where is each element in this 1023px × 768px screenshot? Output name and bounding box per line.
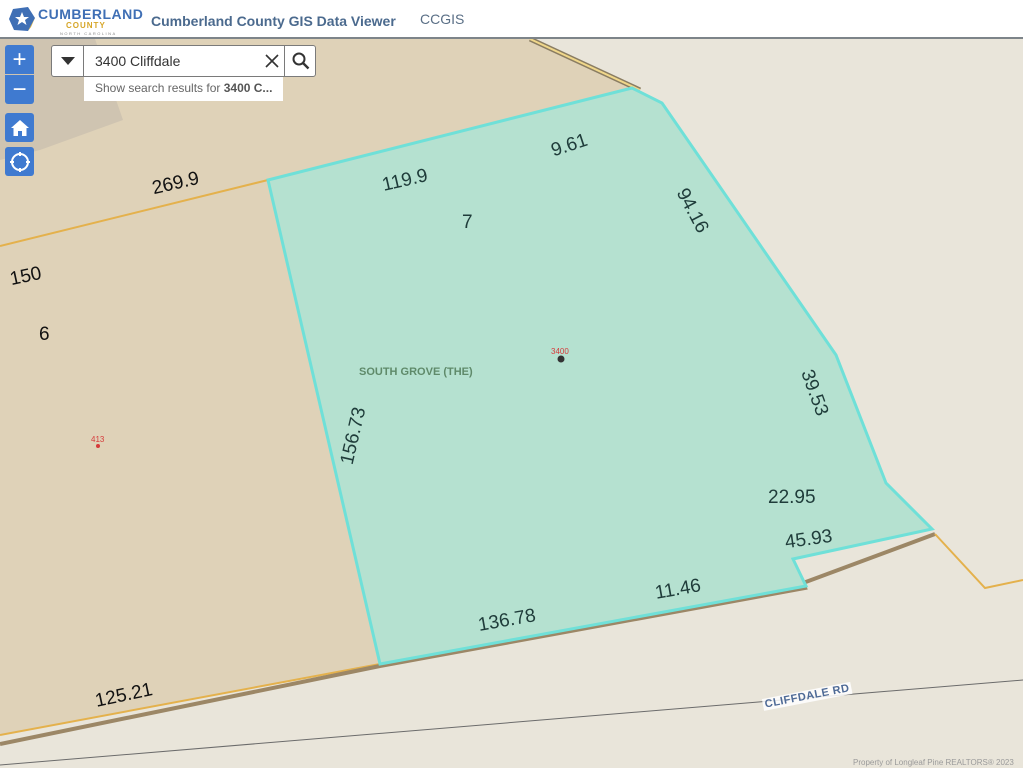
search-button[interactable] — [284, 46, 317, 76]
address-label-413: 413 — [91, 435, 105, 444]
search-suggestion[interactable]: Show search results for 3400 C... — [84, 77, 283, 101]
ccgis-link[interactable]: CCGIS — [420, 11, 464, 27]
county-logo[interactable]: CUMBERLAND COUNTY NORTH CAROLINA — [8, 4, 148, 36]
address-point-413 — [96, 444, 100, 448]
zoom-in-button[interactable]: + — [5, 45, 34, 74]
app-title: Cumberland County GIS Data Viewer — [151, 13, 396, 29]
logo-name: CUMBERLAND — [38, 6, 144, 22]
dim-label: 22.95 — [768, 487, 816, 508]
search-icon — [292, 52, 310, 70]
clear-search-button[interactable] — [262, 51, 282, 71]
locate-button[interactable] — [5, 147, 34, 176]
search-source-dropdown[interactable] — [52, 46, 84, 76]
lot-number-label: 7 — [462, 212, 473, 233]
caret-down-icon — [60, 57, 75, 65]
zoom-out-button[interactable]: − — [5, 75, 34, 104]
home-icon — [10, 119, 29, 136]
star-logo-icon — [9, 7, 35, 31]
app-header: CUMBERLAND COUNTY NORTH CAROLINA Cumberl… — [0, 0, 1023, 39]
minus-icon: − — [12, 75, 27, 103]
search-widget: 3400 Cliffdale — [51, 45, 316, 77]
copyright-text: Property of Longleaf Pine REALTORS® 2023 — [853, 758, 1014, 767]
address-point-3400 — [557, 355, 565, 363]
plus-icon: + — [12, 45, 27, 73]
suggestion-query: 3400 C... — [223, 81, 273, 95]
map-view[interactable]: 269.9 150 6 125.21 119.9 9.61 7 94.16 39… — [0, 39, 1023, 768]
logo-county: COUNTY — [66, 21, 106, 30]
address-label-3400: 3400 — [551, 347, 569, 356]
subdivision-label: SOUTH GROVE (THE) — [359, 366, 473, 378]
lot-number-label: 6 — [39, 324, 50, 345]
logo-state: NORTH CAROLINA — [60, 31, 117, 36]
map-canvas — [0, 39, 1023, 768]
close-icon — [265, 54, 279, 68]
search-input[interactable]: 3400 Cliffdale — [95, 53, 180, 69]
home-button[interactable] — [5, 113, 34, 142]
suggestion-prefix: Show search results for — [95, 81, 224, 95]
locate-icon — [9, 151, 30, 172]
